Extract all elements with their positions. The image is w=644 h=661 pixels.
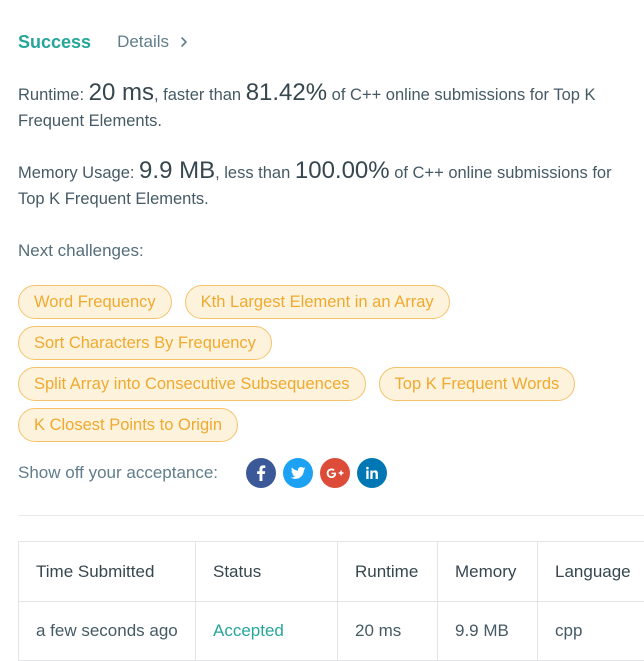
- memory-label: Memory Usage:: [18, 164, 139, 182]
- language-cell: cpp: [538, 602, 644, 661]
- column-header: Memory: [438, 542, 538, 602]
- column-header: Time Submitted: [19, 542, 196, 602]
- column-header: Language: [538, 542, 644, 602]
- memory-value: 9.9 MB: [139, 157, 215, 184]
- runtime-label: Runtime:: [18, 86, 89, 104]
- status-success: Success: [18, 32, 91, 53]
- memory-stat: Memory Usage: 9.9 MB, less than 100.00% …: [18, 158, 638, 212]
- linkedin-icon[interactable]: [357, 458, 387, 488]
- status-accepted-link[interactable]: Accepted: [213, 621, 284, 640]
- google-plus-icon[interactable]: [320, 458, 350, 488]
- time-submitted-cell: a few seconds ago: [19, 602, 196, 661]
- share-section: Show off your acceptance:: [18, 457, 394, 489]
- next-challenges-list: Word Frequency Kth Largest Element in an…: [18, 285, 638, 449]
- runtime-value: 20 ms: [89, 79, 154, 106]
- runtime-cell: 20 ms: [338, 602, 438, 661]
- column-header: Runtime: [338, 542, 438, 602]
- memory-percent: 100.00%: [295, 157, 390, 184]
- facebook-icon[interactable]: [246, 458, 276, 488]
- runtime-percent: 81.42%: [246, 79, 327, 106]
- next-challenges-label: Next challenges:: [18, 241, 144, 261]
- section-divider: [18, 515, 644, 516]
- memory-comparison: , less than: [215, 164, 295, 182]
- challenge-pill[interactable]: Split Array into Consecutive Subsequence…: [18, 367, 366, 401]
- result-header: Success Details: [18, 28, 190, 56]
- challenge-pill[interactable]: K Closest Points to Origin: [18, 408, 238, 442]
- submissions-table: Time Submitted Status Runtime Memory Lan…: [18, 541, 644, 661]
- challenge-pill[interactable]: Word Frequency: [18, 285, 172, 319]
- status-cell: Accepted: [196, 602, 338, 661]
- chevron-right-icon: [178, 36, 190, 48]
- runtime-stat: Runtime: 20 ms, faster than 81.42% of C+…: [18, 80, 638, 134]
- twitter-icon[interactable]: [283, 458, 313, 488]
- details-link[interactable]: Details: [117, 32, 190, 52]
- challenge-pill[interactable]: Top K Frequent Words: [379, 367, 576, 401]
- details-label: Details: [117, 32, 169, 52]
- memory-cell: 9.9 MB: [438, 602, 538, 661]
- table-header-row: Time Submitted Status Runtime Memory Lan…: [19, 542, 644, 602]
- runtime-comparison: , faster than: [154, 86, 246, 104]
- challenge-pill[interactable]: Sort Characters By Frequency: [18, 326, 272, 360]
- share-label: Show off your acceptance:: [18, 463, 218, 483]
- table-row: a few seconds ago Accepted 20 ms 9.9 MB …: [19, 602, 644, 661]
- submission-detail: Success Details Runtime: 20 ms, faster t…: [18, 0, 644, 657]
- challenge-pill[interactable]: Kth Largest Element in an Array: [185, 285, 450, 319]
- column-header: Status: [196, 542, 338, 602]
